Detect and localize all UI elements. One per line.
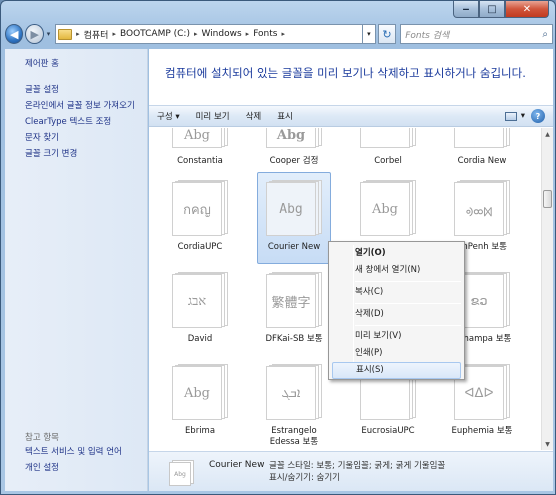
font-preview-icon: Abg	[169, 460, 195, 486]
minimize-button[interactable]: ‒	[453, 1, 479, 18]
menu-item-open[interactable]: 열기(O)	[332, 245, 461, 262]
font-thumbnail: Abg	[266, 180, 322, 236]
visibility-info: 표시/숨기기: 숨기기	[269, 473, 340, 483]
adjust-cleartype-link[interactable]: ClearType 텍스트 조정	[25, 117, 145, 128]
menu-item-open-new-window[interactable]: 새 창에서 열기(N)	[332, 262, 461, 279]
caption-buttons: ‒ □ ✕	[453, 1, 549, 18]
close-button[interactable]: ✕	[505, 1, 549, 18]
breadcrumb-item[interactable]: Fonts	[253, 29, 277, 39]
font-thumbnail	[360, 128, 416, 148]
menu-item-show[interactable]: 표시(S)	[332, 362, 461, 379]
menu-separator	[355, 303, 461, 304]
font-thumbnail: 繁體字	[266, 272, 322, 328]
font-item[interactable]: אבג David	[163, 268, 237, 360]
personalization-link[interactable]: 개인 설정	[25, 463, 145, 474]
font-name: Constantia	[177, 156, 223, 166]
vertical-scrollbar[interactable]: ▲ ▼	[541, 128, 553, 450]
maximize-button[interactable]: □	[479, 1, 505, 18]
find-character-link[interactable]: 문자 찾기	[25, 133, 145, 144]
font-thumbnail: Abg	[172, 364, 228, 420]
font-item-selected[interactable]: Abg Courier New	[257, 172, 331, 268]
help-button[interactable]: ?	[531, 109, 545, 123]
chevron-down-icon: ▾	[520, 111, 525, 121]
menu-item-preview[interactable]: 미리 보기(V)	[332, 328, 461, 345]
font-thumbnail: กคญ	[172, 180, 228, 236]
menu-item-copy[interactable]: 복사(C)	[332, 284, 461, 301]
menu-item-delete[interactable]: 삭제(D)	[332, 306, 461, 323]
see-also-links: 텍스트 서비스 및 입력 언어 개인 설정	[25, 447, 145, 479]
text-services-link[interactable]: 텍스트 서비스 및 입력 언어	[25, 447, 145, 458]
font-thumbnail: ᢀᢁᢂ	[454, 180, 510, 236]
organize-button[interactable]: 구성 ▾	[149, 110, 188, 122]
font-name: Cordia New	[457, 156, 507, 166]
font-item[interactable]: Abg Ebrima	[163, 360, 237, 450]
scroll-up-arrow-icon[interactable]: ▲	[542, 128, 553, 140]
font-item[interactable]: ܐܒܓ Estrangelo Edessa 보통	[257, 360, 331, 450]
font-name: Euphemia 보통	[451, 426, 513, 436]
breadcrumb-item[interactable]: 컴퓨터	[84, 28, 109, 41]
breadcrumb-separator-icon[interactable]: ▸	[112, 30, 116, 38]
task-links: 글꼴 설정 온라인에서 글꼴 정보 가져오기 ClearType 텍스트 조정 …	[25, 85, 145, 165]
left-pane: 제어판 홈 글꼴 설정 온라인에서 글꼴 정보 가져오기 ClearType 텍…	[5, 49, 148, 491]
scroll-down-arrow-icon[interactable]: ▼	[542, 438, 553, 450]
preview-button[interactable]: 미리 보기	[188, 110, 238, 122]
details-metadata: 글꼴 스타일: 보통; 기울임꼴; 굵게; 굵게 기울임꼴 표시/숨기기: 숨기…	[269, 460, 445, 484]
details-font-name: Courier New	[209, 460, 265, 470]
forward-button[interactable]: ▶	[25, 24, 44, 44]
font-thumbnail	[454, 128, 510, 148]
page-title: 컴퓨터에 설치되어 있는 글꼴을 미리 보기나 삭제하고 표시하거나 숨깁니다.	[165, 66, 526, 80]
details-pane: Abg Courier New 글꼴 스타일: 보통; 기울임꼴; 굵게; 굵게…	[149, 451, 553, 491]
font-name: Estrangelo Edessa 보통	[269, 426, 319, 447]
control-panel-home-link[interactable]: 제어판 홈	[25, 59, 59, 70]
breadcrumb-separator-icon[interactable]: ▸	[281, 30, 285, 38]
breadcrumb-separator-icon[interactable]: ▸	[246, 30, 250, 38]
font-thumbnail: ܐܒܓ	[266, 364, 322, 420]
scroll-thumb[interactable]	[543, 190, 552, 208]
menu-separator	[355, 281, 461, 282]
folder-icon	[58, 28, 73, 40]
address-history-dropdown[interactable]: ▾	[362, 24, 376, 44]
breadcrumb-separator-icon[interactable]: ▸	[76, 30, 80, 38]
font-settings-link[interactable]: 글꼴 설정	[25, 85, 145, 96]
font-name: Ebrima	[184, 426, 216, 436]
font-name: David	[187, 334, 213, 344]
search-input[interactable]: Fonts 검색 ⌕	[400, 24, 553, 44]
recent-pages-dropdown[interactable]: ▾	[44, 30, 53, 38]
font-style-info: 글꼴 스타일: 보통; 기울임꼴; 굵게; 굵게 기울임꼴	[269, 461, 446, 471]
get-font-info-online-link[interactable]: 온라인에서 글꼴 정보 가져오기	[25, 101, 145, 112]
font-name: Cooper 검정	[269, 156, 319, 166]
font-name: Corbel	[374, 156, 402, 166]
breadcrumb-item[interactable]: Windows	[201, 29, 241, 39]
font-thumbnail: Abg	[266, 128, 322, 148]
font-name: EucrosiaUPC	[361, 426, 415, 436]
show-button[interactable]: 표시	[269, 110, 301, 122]
menu-item-print[interactable]: 인쇄(P)	[332, 345, 461, 362]
font-thumbnail: Abg	[172, 128, 228, 148]
address-bar[interactable]: ▸ 컴퓨터 ▸ BOOTCAMP (C:) ▸ Windows ▸ Fonts …	[55, 24, 363, 44]
font-name: Courier New	[267, 242, 321, 252]
refresh-button[interactable]: ↻	[377, 24, 397, 44]
search-icon[interactable]: ⌕	[542, 29, 548, 40]
context-menu: 열기(O) 새 창에서 열기(N) 복사(C) 삭제(D) 미리 보기(V) 인…	[328, 241, 465, 380]
explorer-window: ‒ □ ✕ ◀ ▶ ▾ ▸ 컴퓨터 ▸ BOOTCAMP (C:) ▸ Wind…	[0, 0, 556, 495]
font-thumbnail: אבג	[172, 272, 228, 328]
font-thumbnail: Abg	[360, 180, 416, 236]
change-view-button[interactable]: ▾	[499, 111, 531, 121]
command-bar: 구성 ▾ 미리 보기 삭제 표시 ▾ ?	[149, 105, 553, 127]
delete-button[interactable]: 삭제	[238, 110, 270, 122]
back-button[interactable]: ◀	[5, 24, 24, 44]
menu-separator	[355, 325, 461, 326]
breadcrumb-item[interactable]: BOOTCAMP (C:)	[120, 29, 190, 39]
change-font-size-link[interactable]: 글꼴 크기 변경	[25, 149, 145, 160]
breadcrumb-separator-icon[interactable]: ▸	[194, 30, 198, 38]
font-name: CordiaUPC	[177, 242, 223, 252]
search-placeholder: Fonts 검색	[405, 30, 450, 41]
font-item[interactable]: กคญ CordiaUPC	[163, 176, 237, 268]
view-icon	[504, 111, 517, 121]
navigation-bar: ◀ ▶ ▾ ▸ 컴퓨터 ▸ BOOTCAMP (C:) ▸ Windows ▸ …	[5, 23, 553, 45]
font-name: DFKai-SB 보통	[265, 334, 323, 344]
see-also-heading: 참고 항목	[25, 433, 59, 443]
font-item[interactable]: 繁體字 DFKai-SB 보통	[257, 268, 331, 360]
